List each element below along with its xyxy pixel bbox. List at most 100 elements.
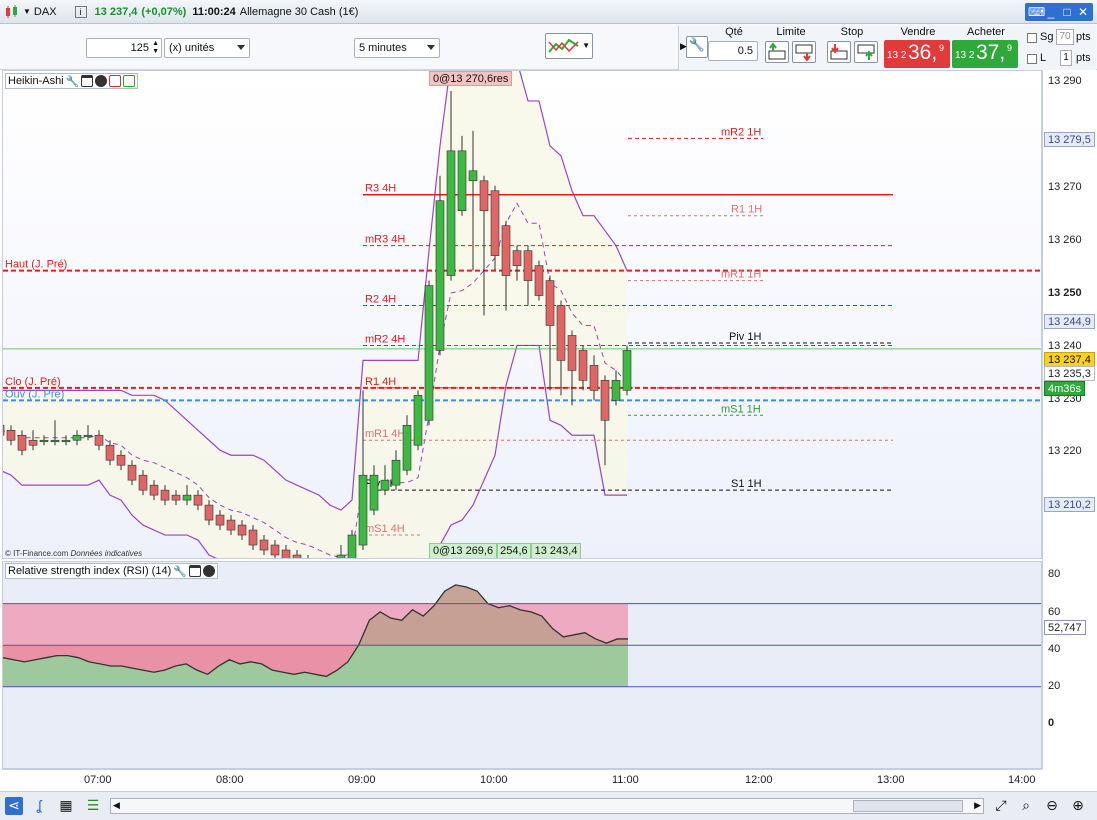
last-price: 13 237,4 xyxy=(94,5,138,18)
price-tick: 13 260 xyxy=(1048,234,1082,246)
scroll-left-icon[interactable]: ◀ xyxy=(113,800,120,811)
candle-body xyxy=(17,434,27,451)
info-icon[interactable]: i xyxy=(74,5,87,18)
candle-body xyxy=(281,549,291,558)
candlestick-icon xyxy=(6,4,17,18)
minimize-icon[interactable]: _ xyxy=(1044,5,1058,19)
stop-buy-button[interactable] xyxy=(827,41,851,63)
layers-icon[interactable]: ☰ xyxy=(84,797,102,815)
candle-body xyxy=(545,280,555,326)
time-tick: 11:00 xyxy=(612,774,639,786)
calculator-icon[interactable]: ▦ xyxy=(57,797,75,815)
l-input[interactable]: 1 xyxy=(1060,50,1072,66)
close-circle-icon[interactable] xyxy=(95,75,108,87)
buy-button[interactable]: 13 2 37, 9 xyxy=(952,40,1018,68)
indicators-button[interactable]: ▼ xyxy=(545,33,593,59)
close-icon[interactable]: ✕ xyxy=(1076,5,1090,19)
zoom-fit-icon[interactable]: ⌕ xyxy=(1017,797,1035,815)
candle-body xyxy=(490,190,500,256)
rsi-tick: 0 xyxy=(1048,717,1055,729)
level-label: mS1 1H xyxy=(721,403,761,415)
spinner-icon[interactable]: ▲ ▼ xyxy=(152,40,159,56)
order-qty-input[interactable]: 0.5 xyxy=(708,41,758,61)
candle-body xyxy=(149,484,159,496)
price-tick: 13 270 xyxy=(1048,181,1082,193)
zoom-in-icon[interactable]: ⊕ xyxy=(1069,797,1087,815)
scroll-thumb[interactable] xyxy=(853,800,963,812)
limit-label: Limite xyxy=(776,26,806,38)
sell-price-main: 36, xyxy=(908,41,938,64)
level-label: Ouv (J. Pré) xyxy=(5,388,64,400)
top-callout-text: 0@13 270,6 xyxy=(433,73,494,85)
title-bar: ▼ DAX i 13 237,4 (+0,07%) 11:00:24 Allem… xyxy=(0,0,1097,24)
candle-body xyxy=(237,524,247,536)
limit-buy-button[interactable] xyxy=(765,41,789,63)
order-settings-button[interactable]: 🔧 xyxy=(686,36,708,58)
timeframe-select[interactable]: 5 minutes xyxy=(354,38,440,58)
stop-sell-icon xyxy=(857,44,875,60)
candle-body xyxy=(138,474,148,491)
sg-input[interactable]: 70 xyxy=(1056,29,1074,45)
candle-body xyxy=(94,434,104,446)
instrument-name: Allemagne 30 Cash (1€) xyxy=(239,5,359,18)
quantity-input[interactable]: 125 ▲ ▼ xyxy=(86,38,162,58)
candle-body xyxy=(6,429,16,441)
price-tick: 13 220 xyxy=(1048,445,1082,457)
candle-body xyxy=(226,519,236,531)
candle-body xyxy=(270,544,280,556)
zoom-out-icon[interactable]: ⊖ xyxy=(1043,797,1061,815)
rsi-panel-header: Relative strength index (RSI) (14) 🔧 xyxy=(5,563,218,579)
wrench-icon[interactable]: 🔧 xyxy=(66,75,80,88)
time-axis[interactable]: 07:00 08:00 09:00 10:00 11:00 12:00 13:0… xyxy=(2,769,1042,791)
candle-body xyxy=(127,464,137,481)
sell-label: Vendre xyxy=(900,26,936,38)
l-checkbox[interactable] xyxy=(1027,54,1037,64)
arrow-up-icon[interactable] xyxy=(123,75,136,87)
wrench-icon[interactable]: 🔧 xyxy=(173,565,187,578)
chevron-down-icon xyxy=(427,45,435,50)
main-panel-header: Heikin-Ashi 🔧 xyxy=(5,73,139,89)
candle-body xyxy=(534,265,544,296)
price-tick: 13 290 xyxy=(1048,75,1082,87)
time-tick: 12:00 xyxy=(745,774,773,786)
candle-body xyxy=(391,459,401,486)
arrow-down-icon[interactable] xyxy=(109,75,122,87)
sell-button[interactable]: 13 2 36, 9 xyxy=(884,40,950,68)
level-label: mR2 4H xyxy=(365,333,405,345)
horizontal-scrollbar[interactable]: ◀ ▶ xyxy=(110,798,984,814)
candle-body xyxy=(556,305,566,361)
order-qty-value: 0.5 xyxy=(737,45,753,57)
candle-body xyxy=(171,494,181,501)
sell-price-prefix: 13 2 xyxy=(887,50,907,61)
price-axis[interactable]: 13 290 13 270 13 260 13 250 13 240 13 23… xyxy=(1042,70,1097,769)
limit-buy-icon xyxy=(768,42,786,60)
data-source-note: © IT-Finance.com Données indicatives xyxy=(5,549,142,558)
limit-sell-button[interactable] xyxy=(792,41,816,63)
candle-body xyxy=(248,529,258,546)
rsi-chart[interactable]: Relative strength index (RSI) (14) 🔧 xyxy=(2,561,1042,769)
candle-body xyxy=(413,395,423,446)
share-icon[interactable]: ⋖ xyxy=(5,797,23,815)
price-change: (+0,07%) xyxy=(141,5,187,18)
auto-scale-icon[interactable]: ⤢ xyxy=(992,797,1010,815)
sg-checkbox[interactable] xyxy=(1027,33,1037,43)
rsi-tick: 60 xyxy=(1048,606,1061,618)
price-tick: 13 250 xyxy=(1048,287,1082,299)
keyboard-icon[interactable]: ⌨ xyxy=(1028,5,1045,19)
drawing-tools-icon[interactable]: ʆ xyxy=(30,797,48,815)
source-label: © IT-Finance.com xyxy=(5,549,69,558)
price-chart[interactable]: mR2 1H R3 4H R1 1H mR3 4H Haut (J. Pré) mR1 1… xyxy=(2,70,1042,559)
maximize-icon[interactable]: □ xyxy=(1060,5,1074,19)
units-select[interactable]: (x) unités xyxy=(164,38,250,58)
price-chart-svg: mR2 1H R3 4H R1 1H mR3 4H Haut (J. Pré) mR1 1… xyxy=(3,71,1041,558)
level-label: Piv 1H xyxy=(729,331,761,343)
window-icon[interactable] xyxy=(188,565,201,577)
close-circle-icon[interactable] xyxy=(202,565,215,577)
candle-body xyxy=(600,380,610,421)
time-tick: 08:00 xyxy=(216,774,244,786)
window-icon[interactable] xyxy=(81,75,94,87)
chart-type-menu[interactable]: ▼ xyxy=(4,4,31,19)
scroll-right-icon[interactable]: ▶ xyxy=(974,800,981,811)
candle-body xyxy=(193,494,203,506)
stop-sell-button[interactable] xyxy=(854,41,878,63)
